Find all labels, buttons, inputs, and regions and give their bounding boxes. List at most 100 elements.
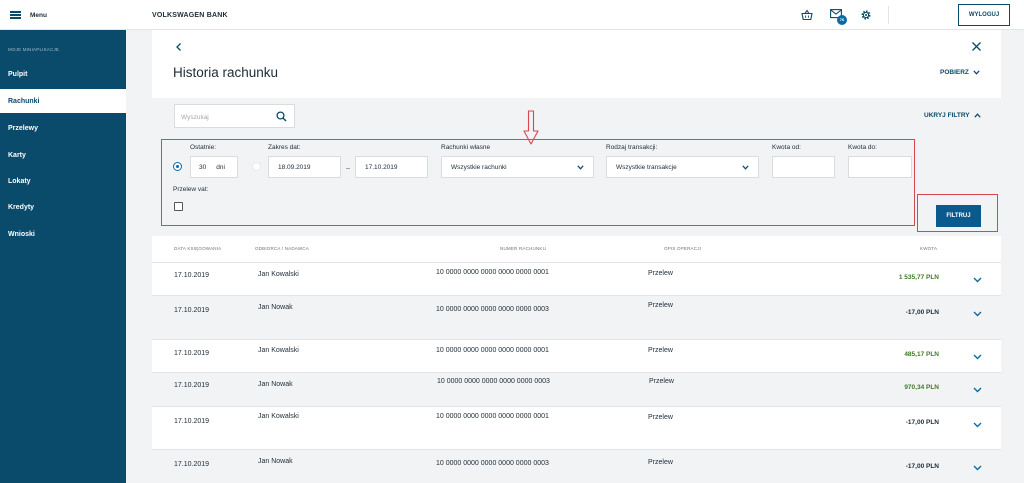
- top-divider: [888, 6, 889, 24]
- row-date: 17.10.2019: [174, 382, 210, 389]
- download-button[interactable]: POBIERZ: [940, 69, 980, 76]
- amount-to-input[interactable]: [848, 156, 912, 178]
- top-bar: Menu VOLKSWAGEN BANK 76 WYLOGUJ: [0, 0, 1024, 30]
- row-amount: -17,00 PLN: [905, 463, 939, 470]
- row-date: 17.10.2019: [174, 350, 210, 357]
- transaction-type-value: Wszystkie transakcje: [616, 163, 677, 171]
- sidebar: MOJE MINIAPLIKACJE Pulpit Rachunki Przel…: [0, 30, 126, 483]
- table-header: DATA KSIĘGOWANIA ODBIORCA / NADAWCA NUME…: [152, 236, 1001, 262]
- hide-filters-label: UKRYJ FILTRY: [924, 112, 970, 119]
- row-description: Przelew: [648, 459, 673, 466]
- sidebar-item-label: Przelewy: [8, 124, 38, 132]
- filter-button-highlight: FILTRUJ: [917, 194, 998, 232]
- vat-transfer-label: Przelew vat:: [173, 186, 209, 193]
- row-amount: 1 535,77 PLN: [898, 274, 939, 281]
- amount-from-input[interactable]: [772, 156, 835, 178]
- search-box: [174, 104, 295, 128]
- annotation-arrow-icon: [523, 110, 539, 145]
- page-title: Historia rachunku: [173, 65, 279, 80]
- table-row[interactable]: 17.10.2019 Jan Nowak 10 0000 0000 0000 0…: [152, 449, 1001, 483]
- row-account: 10 0000 0000 0000 0000 0000 0001: [436, 413, 549, 420]
- logout-button[interactable]: WYLOGUJ: [958, 4, 1010, 26]
- sidebar-item-label: Lokaty: [8, 177, 31, 185]
- basket-icon[interactable]: [801, 9, 813, 21]
- sidebar-item-karty[interactable]: Karty: [0, 143, 126, 167]
- menu-label: Menu: [30, 11, 47, 19]
- own-accounts-dropdown[interactable]: Wszystkie rachunki: [441, 156, 594, 178]
- row-account: 10 0000 0000 0000 0000 0000 0003: [436, 460, 549, 467]
- sidebar-item-pulpit[interactable]: Pulpit: [0, 62, 126, 86]
- mail-button[interactable]: 76: [830, 9, 847, 25]
- row-party: Jan Kowalski: [258, 271, 299, 278]
- table-row[interactable]: 17.10.2019 Jan Nowak 10 0000 0000 0000 0…: [152, 295, 1001, 339]
- sidebar-item-lokaty[interactable]: Lokaty: [0, 169, 126, 193]
- sidebar-item-label: Karty: [8, 151, 26, 159]
- hide-filters-button[interactable]: UKRYJ FILTRY: [924, 112, 981, 119]
- expand-chevron-icon[interactable]: [973, 387, 982, 393]
- row-amount: -17,00 PLN: [905, 419, 939, 426]
- search-icon[interactable]: [276, 111, 287, 122]
- last-days-field[interactable]: 30 dni: [190, 156, 238, 178]
- expand-chevron-icon[interactable]: [973, 277, 982, 283]
- vat-transfer-checkbox[interactable]: [174, 202, 183, 211]
- row-party: Jan Nowak: [258, 458, 293, 465]
- expand-chevron-icon[interactable]: [973, 354, 982, 360]
- date-to-field[interactable]: 17.10.2019: [355, 156, 428, 178]
- date-from-field[interactable]: 18.09.2019: [268, 156, 341, 178]
- chevron-down-icon: [577, 164, 584, 170]
- col-header-account: NUMER RACHUNKU: [500, 246, 547, 251]
- last-days-unit: dni: [216, 163, 225, 171]
- filter-button[interactable]: FILTRUJ: [936, 205, 981, 227]
- sidebar-section-title: MOJE MINIAPLIKACJE: [8, 47, 60, 52]
- row-party: Jan Kowalski: [258, 413, 299, 420]
- row-amount: 970,34 PLN: [904, 384, 939, 391]
- row-date: 17.10.2019: [174, 461, 210, 468]
- expand-chevron-icon[interactable]: [973, 465, 982, 471]
- chevron-down-icon: [973, 70, 980, 75]
- search-input[interactable]: [181, 110, 271, 124]
- back-chevron-icon[interactable]: [174, 42, 184, 52]
- menu-toggle[interactable]: Menu: [0, 0, 126, 30]
- row-date: 17.10.2019: [174, 418, 210, 425]
- table-row[interactable]: 17.10.2019 Jan Kowalski 10 0000 0000 000…: [152, 262, 1001, 295]
- gear-icon[interactable]: [860, 9, 872, 21]
- chevron-down-icon: [742, 164, 749, 170]
- expand-chevron-icon[interactable]: [973, 422, 982, 428]
- close-icon[interactable]: [971, 41, 982, 52]
- sidebar-item-przelewy[interactable]: Przelewy: [0, 116, 126, 140]
- transaction-type-label: Rodzaj transakcji:: [606, 144, 658, 151]
- own-accounts-label: Rachunki własne: [441, 144, 491, 151]
- sidebar-item-label: Kredyty: [8, 203, 35, 211]
- date-range-label: Zakres dat:: [268, 144, 301, 151]
- row-account: 10 0000 0000 0000 0000 0000 0003: [437, 378, 550, 385]
- sidebar-item-rachunki[interactable]: Rachunki: [0, 89, 126, 113]
- row-description: Przelew: [649, 378, 674, 385]
- hamburger-icon: [10, 11, 21, 19]
- sidebar-item-wnioski[interactable]: Wnioski: [0, 222, 126, 246]
- table-row[interactable]: 17.10.2019 Jan Kowalski 10 0000 0000 000…: [152, 406, 1001, 449]
- col-header-date: DATA KSIĘGOWANIA: [174, 246, 222, 251]
- row-description: Przelew: [648, 347, 673, 354]
- sidebar-item-kredyty[interactable]: Kredyty: [0, 195, 126, 219]
- date-to-value: 17.10.2019: [365, 163, 398, 171]
- table-row[interactable]: 17.10.2019 Jan Nowak 10 0000 0000 0000 0…: [152, 372, 1001, 406]
- table-row[interactable]: 17.10.2019 Jan Kowalski 10 0000 0000 000…: [152, 339, 1001, 372]
- date-range-radio[interactable]: [252, 162, 261, 171]
- col-header-party: ODBIORCA / NADAWCA: [255, 246, 309, 251]
- sidebar-item-label: Rachunki: [8, 97, 40, 105]
- expand-chevron-icon[interactable]: [973, 311, 982, 317]
- bank-name: VOLKSWAGEN BANK: [152, 12, 228, 19]
- filters-highlight-box: Ostatnie: 30 dni Zakres dat: 18.09.2019 …: [161, 139, 915, 226]
- row-party: Jan Nowak: [258, 381, 293, 388]
- row-account: 10 0000 0000 0000 0000 0000 0001: [436, 269, 549, 276]
- chevron-up-icon: [973, 113, 981, 118]
- mail-badge: 76: [837, 15, 847, 25]
- transaction-type-dropdown[interactable]: Wszystkie transakcje: [606, 156, 759, 178]
- row-party: Jan Nowak: [258, 304, 293, 311]
- row-description: Przelew: [648, 302, 673, 309]
- col-header-description: OPIS OPERACJI: [664, 246, 702, 251]
- row-date: 17.10.2019: [174, 272, 210, 279]
- row-account: 10 0000 0000 0000 0000 0000 0003: [436, 306, 549, 313]
- last-days-radio[interactable]: [173, 162, 182, 171]
- date-separator: –: [346, 165, 350, 172]
